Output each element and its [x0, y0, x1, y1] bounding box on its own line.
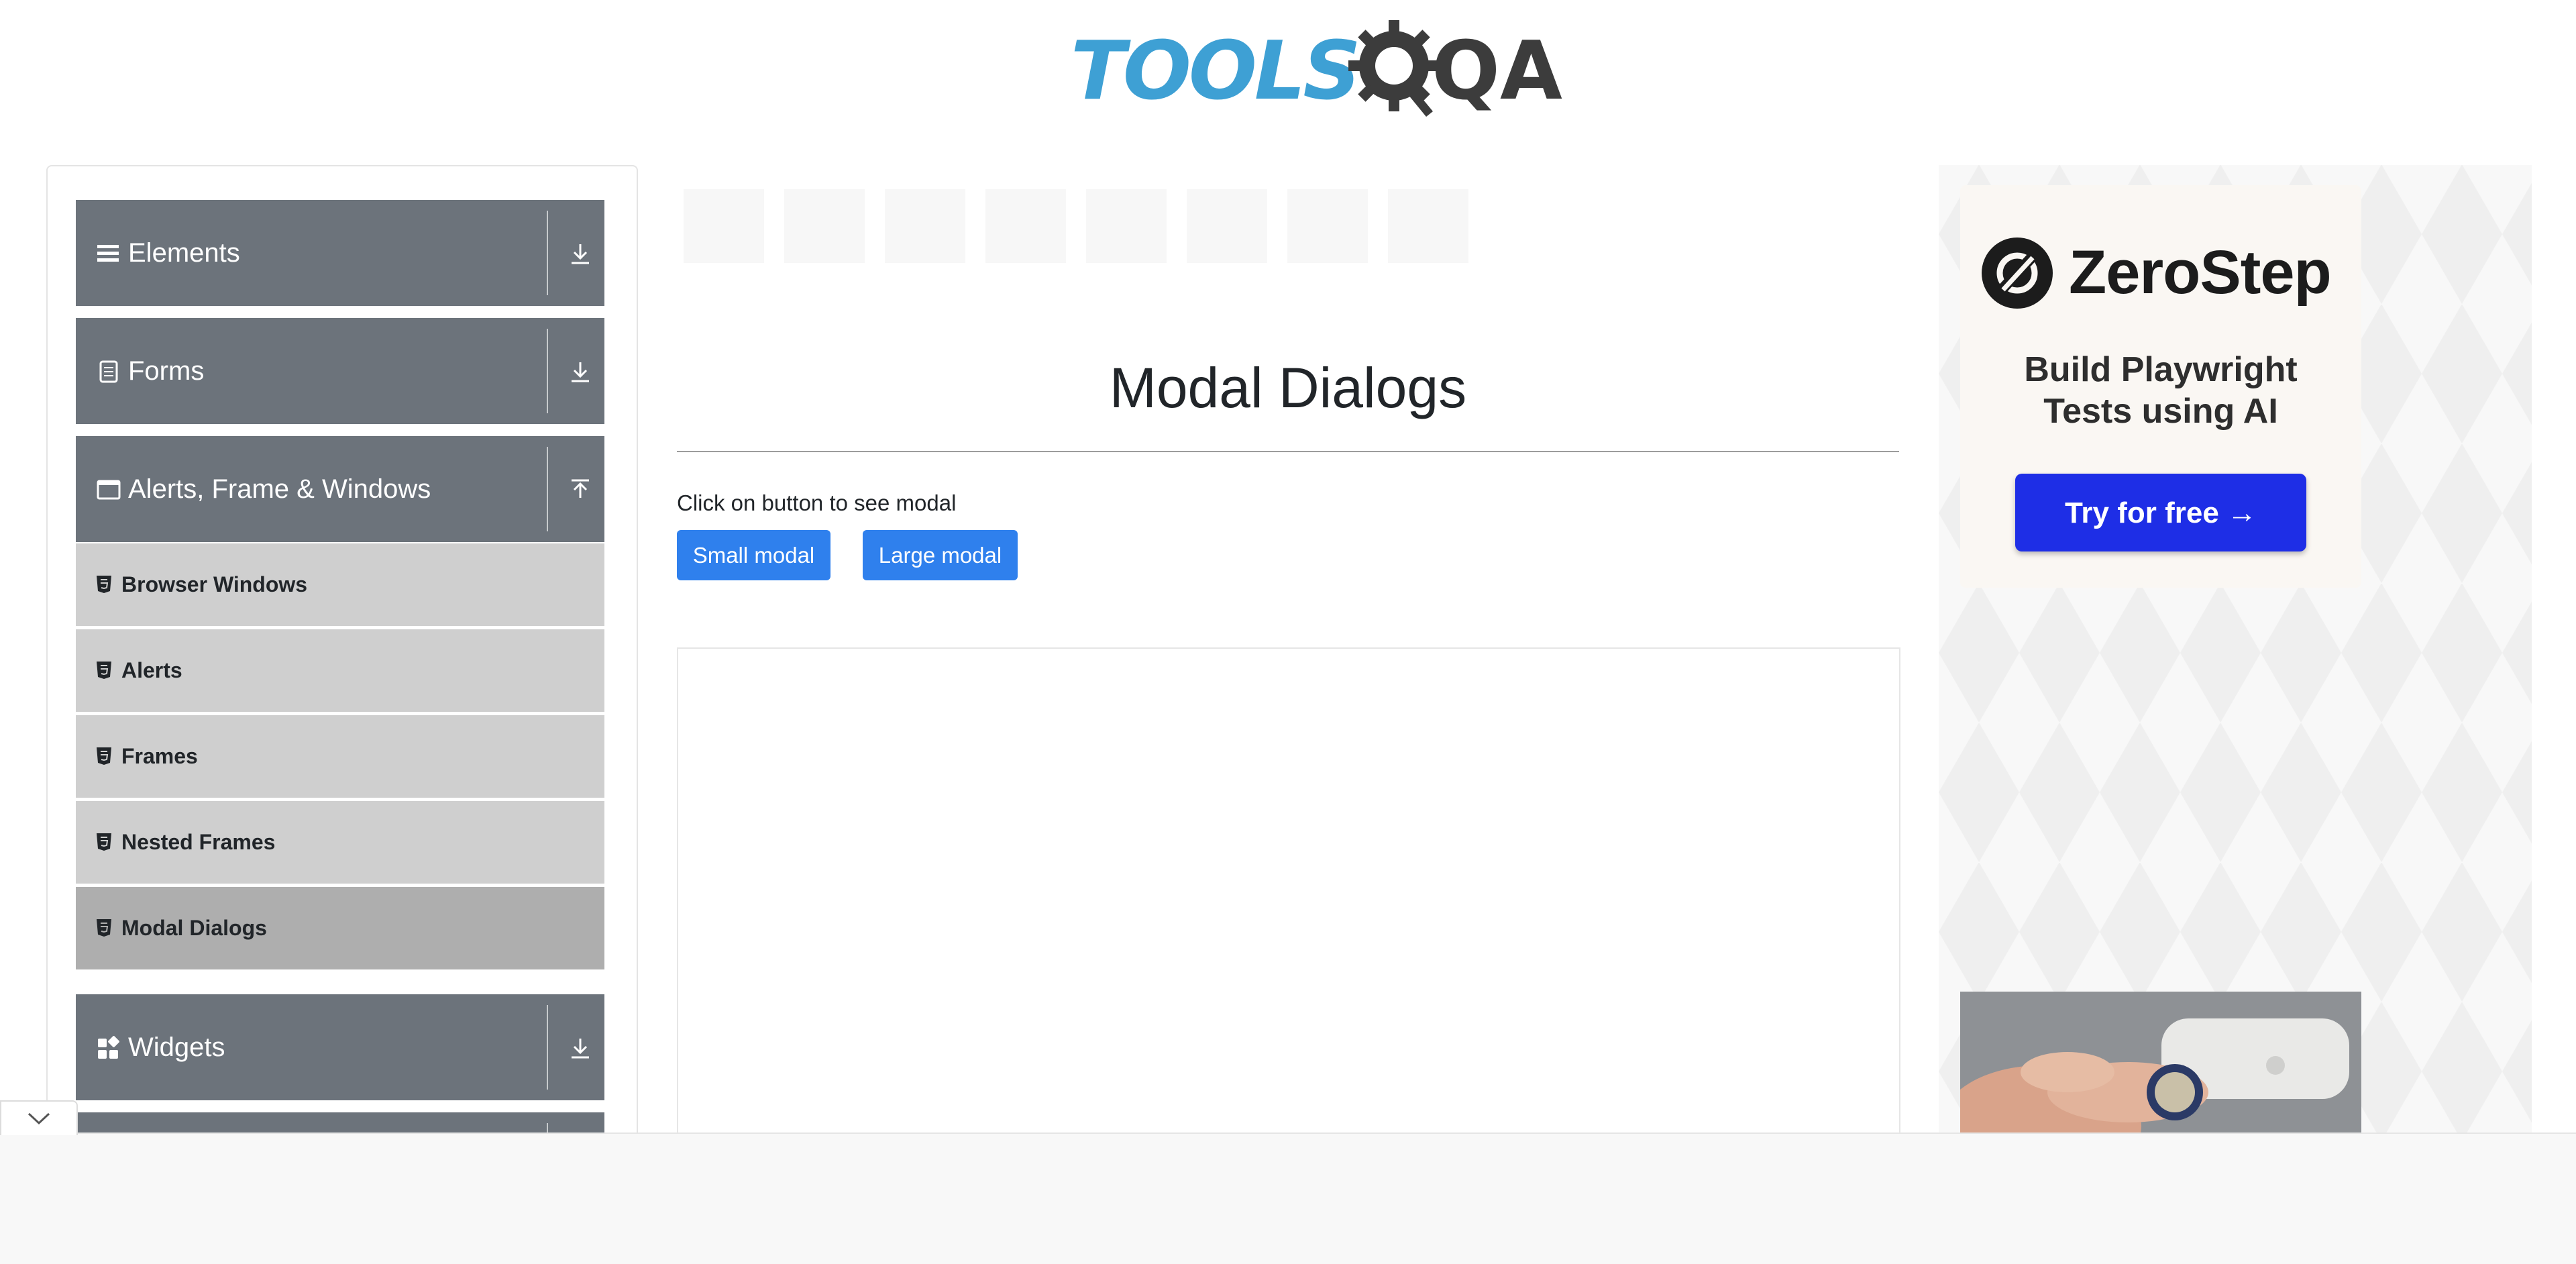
- zerostep-logo-icon: [1982, 238, 2053, 309]
- sidebar-accordion: Elements Forms Alerts, Frame & Windows B…: [46, 165, 638, 1174]
- logo-text-qa: QA: [1432, 25, 1562, 118]
- page-title: Modal Dialogs: [1109, 356, 1467, 419]
- sidebar-item-alerts[interactable]: Alerts: [76, 629, 604, 712]
- sidebar-group-widgets[interactable]: Widgets: [76, 994, 604, 1100]
- sidebar-group-forms[interactable]: Forms: [76, 318, 604, 424]
- logo-text-tools: TOOLS: [1071, 25, 1361, 118]
- large-modal-button[interactable]: Large modal: [863, 530, 1018, 580]
- ad-placeholder-frame: [677, 647, 1900, 1147]
- sidebar-item-nested-frames[interactable]: Nested Frames: [76, 801, 604, 884]
- upload-icon[interactable]: [566, 475, 595, 505]
- group-divider: [547, 1005, 548, 1090]
- download-icon[interactable]: [566, 239, 595, 268]
- sidebar-group-elements[interactable]: Elements: [76, 200, 604, 306]
- bottom-ad-bar: [0, 1133, 2576, 1264]
- document-icon: [99, 360, 118, 383]
- sidebar-item-label: Nested Frames: [121, 830, 276, 854]
- group-divider: [547, 447, 548, 531]
- grid-icon: [98, 1036, 119, 1059]
- faded-banner-graphic: [684, 189, 1468, 263]
- try-for-free-button[interactable]: Try for free →: [2015, 474, 2306, 551]
- download-icon[interactable]: [566, 357, 595, 386]
- sidebar-item-modal-dialogs[interactable]: Modal Dialogs: [76, 887, 604, 969]
- modal-instruction-text: Click on button to see modal: [677, 490, 957, 515]
- download-icon[interactable]: [566, 1033, 595, 1063]
- title-divider: [677, 451, 1899, 452]
- sidebar-item-label: Alerts: [121, 658, 182, 682]
- zerostep-tagline-line1: Build Playwright: [2024, 350, 2298, 389]
- html5-icon: [97, 747, 111, 765]
- html5-icon: [97, 662, 111, 679]
- small-modal-button[interactable]: Small modal: [677, 530, 830, 580]
- sidebar-group-label: Elements: [128, 238, 240, 268]
- sidebar-item-label: Frames: [121, 744, 198, 768]
- sidebar-group-label: Widgets: [128, 1033, 225, 1062]
- chevron-down-icon: [28, 1112, 50, 1125]
- zerostep-brand-name: ZeroStep: [2069, 238, 2332, 307]
- product-photo-ad[interactable]: [1960, 992, 2361, 1147]
- sidebar-group-alerts-frame-windows[interactable]: Alerts, Frame & Windows: [76, 436, 604, 542]
- sidebar-item-label: Modal Dialogs: [121, 916, 267, 940]
- group-divider: [547, 329, 548, 413]
- html5-icon: [97, 919, 111, 937]
- sidebar-item-browser-windows[interactable]: Browser Windows: [76, 543, 604, 626]
- collapse-bottom-bar-toggle[interactable]: [0, 1100, 78, 1135]
- hamburger-icon: [97, 245, 119, 262]
- window-icon: [97, 480, 121, 500]
- html5-icon: [97, 576, 111, 593]
- zerostep-tagline-line2: Tests using AI: [2043, 392, 2278, 431]
- zerostep-tagline: Build Playwright Tests using AI: [1960, 349, 2361, 432]
- sidebar-group-label: Forms: [128, 356, 205, 386]
- sidebar-item-label: Browser Windows: [121, 572, 308, 596]
- toolsqa-logo[interactable]: TOOLS QA: [1071, 17, 1562, 125]
- group-divider: [547, 211, 548, 295]
- html5-icon: [97, 833, 111, 851]
- sidebar-item-frames[interactable]: Frames: [76, 715, 604, 798]
- sidebar-group-label: Alerts, Frame & Windows: [128, 474, 431, 504]
- hand-holding-earbud-image: [1960, 992, 2361, 1147]
